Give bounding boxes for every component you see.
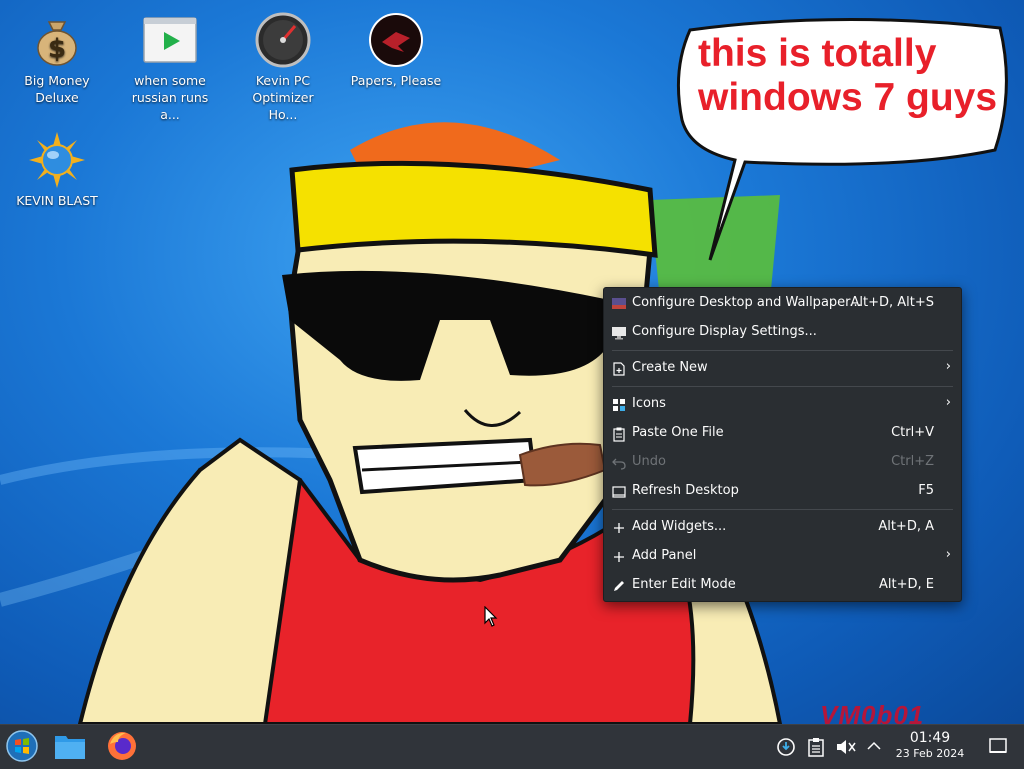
display-icon	[612, 327, 626, 340]
wallpaper-icon	[612, 298, 626, 309]
menu-item-label: Add Widgets...	[632, 519, 727, 534]
menu-separator	[612, 386, 953, 387]
submenu-arrow-icon: ›	[945, 395, 951, 410]
plus-icon	[614, 552, 624, 562]
desktop-icon-label: Big Money Deluxe	[24, 73, 90, 105]
menu-item-enter-edit-mode[interactable]: Enter Edit Mode Alt+D, E	[604, 571, 961, 600]
menu-item-configure-desktop[interactable]: Configure Desktop and Wallpaper... Alt+D…	[604, 289, 961, 318]
firefox-icon[interactable]	[106, 730, 138, 762]
desktop-context-menu: Configure Desktop and Wallpaper... Alt+D…	[603, 287, 962, 602]
menu-item-shortcut: F5	[918, 483, 934, 498]
menu-item-label: Configure Display Settings...	[632, 324, 817, 339]
menu-separator	[612, 350, 953, 351]
menu-item-shortcut: Ctrl+Z	[891, 454, 934, 469]
clipboard-icon	[613, 427, 625, 442]
money-bag-icon: $	[37, 21, 77, 66]
grid-icon	[613, 399, 625, 411]
clock-date[interactable]: 23 Feb 2024	[885, 747, 975, 760]
menu-item-label: Icons	[632, 396, 666, 411]
desktop-icon-label: Kevin PC Optimizer Ho...	[252, 73, 314, 122]
volume-muted-icon[interactable]	[835, 737, 857, 757]
desktop-icon-papers-please[interactable]: Papers, Please	[346, 4, 446, 89]
menu-item-shortcut: Alt+D, A	[878, 519, 934, 534]
menu-item-add-widgets[interactable]: Add Widgets... Alt+D, A	[604, 513, 961, 542]
menu-item-shortcut: Alt+D, E	[879, 577, 934, 592]
menu-item-undo[interactable]: Undo Ctrl+Z	[604, 448, 961, 477]
menu-item-paste[interactable]: Paste One File Ctrl+V	[604, 419, 961, 448]
menu-item-label: Add Panel	[632, 548, 697, 563]
menu-item-label: Enter Edit Mode	[632, 577, 736, 592]
menu-item-icons[interactable]: Icons ›	[604, 390, 961, 419]
pencil-icon	[614, 581, 624, 591]
undo-icon	[612, 458, 626, 470]
new-file-icon	[613, 362, 625, 376]
chevron-up-icon[interactable]	[865, 738, 883, 754]
desktop-icon-big-money-deluxe[interactable]: $ Big Money Deluxe	[7, 4, 107, 106]
menu-item-label: Configure Desktop and Wallpaper...	[632, 295, 862, 310]
menu-item-add-panel[interactable]: Add Panel ›	[604, 542, 961, 571]
desktop-icon-russian-video[interactable]: when some russian runs a...	[120, 4, 220, 123]
watermark-text: VM0b01	[820, 700, 925, 724]
mouse-cursor-icon	[484, 606, 498, 627]
folder-icon[interactable]	[54, 732, 86, 760]
sun-globe-icon	[29, 132, 85, 188]
menu-item-configure-display[interactable]: Configure Display Settings...	[604, 318, 961, 347]
svg-text:$: $	[48, 34, 66, 64]
clock-time[interactable]: 01:49	[895, 730, 965, 746]
video-player-icon	[143, 17, 197, 63]
submenu-arrow-icon: ›	[945, 547, 951, 562]
show-desktop-icon[interactable]	[988, 737, 1008, 755]
desktop-icon-label: when some russian runs a...	[131, 73, 209, 122]
refresh-icon	[612, 486, 626, 498]
menu-item-refresh-desktop[interactable]: Refresh Desktop F5	[604, 477, 961, 506]
windows-orb-icon[interactable]	[5, 729, 39, 763]
speedometer-icon	[255, 12, 311, 68]
submenu-arrow-icon: ›	[945, 359, 951, 374]
menu-item-label: Paste One File	[632, 425, 724, 440]
desktop-icon-kevin-pc-optimizer[interactable]: Kevin PC Optimizer Ho...	[233, 4, 333, 123]
speech-bubble-text: this is totally windows 7 guys	[698, 32, 998, 119]
desktop-icon-kevin-blast[interactable]: KEVIN BLAST	[7, 124, 107, 209]
eagle-emblem-icon	[369, 13, 423, 67]
menu-item-label: Refresh Desktop	[632, 483, 739, 498]
menu-item-label: Create New	[632, 360, 708, 375]
plus-icon	[614, 523, 624, 533]
menu-separator	[612, 509, 953, 510]
clipboard-tray-icon[interactable]	[807, 737, 825, 757]
menu-item-label: Undo	[632, 454, 666, 469]
menu-item-shortcut: Ctrl+V	[891, 425, 934, 440]
desktop-icon-label: Papers, Please	[350, 73, 442, 88]
menu-item-shortcut: Alt+D, Alt+S	[850, 295, 934, 310]
menu-item-create-new[interactable]: Create New ›	[604, 354, 961, 383]
desktop-icon-label: KEVIN BLAST	[16, 193, 98, 208]
desktop[interactable]: this is totally windows 7 guys VM0b01 $ …	[0, 0, 1024, 724]
update-notifier-icon[interactable]	[776, 737, 796, 757]
